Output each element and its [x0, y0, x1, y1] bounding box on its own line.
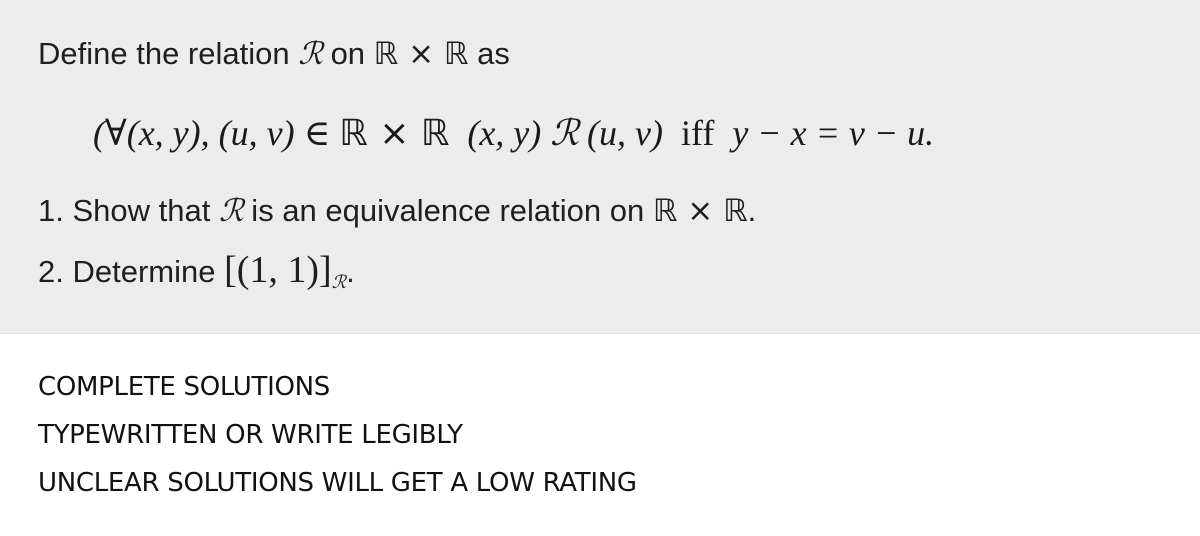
equivalence-class-expression: [(1, 1)]	[224, 249, 332, 291]
task-2-suffix: .	[346, 254, 355, 289]
relation-symbol: ℛ	[550, 113, 579, 154]
quantifier-expression: (∀(x, y), (u, v) ∈	[93, 113, 340, 153]
task-1-prefix: 1. Show that	[38, 193, 219, 228]
relation-subscript: ℛ	[331, 272, 347, 293]
task-item-2: 2. Determine [(1, 1)]ℛ.	[38, 248, 355, 293]
task-2-prefix: 2. Determine	[38, 254, 225, 289]
intro-prefix: Define the relation	[38, 36, 299, 71]
note-line: UNCLEAR SOLUTIONS WILL GET A LOW RATING	[38, 468, 637, 498]
left-pair: (x, y)	[449, 113, 551, 153]
iff-keyword: iff	[680, 113, 715, 153]
set-product: ℝ × ℝ	[339, 113, 450, 154]
relation-symbol: ℛ	[298, 36, 323, 72]
intro-line: Define the relation ℛ on ℝ × ℝ as	[38, 36, 510, 72]
intro-suffix: as	[468, 36, 510, 71]
instructions-notes: COMPLETE SOLUTIONS TYPEWRITTEN OR WRITE …	[38, 363, 637, 507]
set-product: ℝ × ℝ	[373, 36, 469, 72]
problem-statement-box: Define the relation ℛ on ℝ × ℝ as (∀(x, …	[0, 0, 1200, 334]
intro-middle: on	[321, 36, 374, 71]
right-pair: (u, v)	[578, 113, 681, 153]
condition-equation: y − x = v − u.	[714, 113, 935, 153]
note-line: TYPEWRITTEN OR WRITE LEGIBLY	[38, 420, 463, 450]
relation-symbol: ℛ	[218, 193, 244, 229]
definition-formula: (∀(x, y), (u, v) ∈ ℝ × ℝ (x, y) ℛ (u, v)…	[93, 112, 934, 154]
set-product: ℝ × ℝ	[652, 193, 748, 229]
task-item-1: 1. Show that ℛ is an equivalence relatio…	[38, 193, 756, 229]
task-1-middle: is an equivalence relation on	[242, 193, 653, 228]
task-1-suffix: .	[747, 193, 757, 228]
note-line: COMPLETE SOLUTIONS	[38, 372, 330, 402]
